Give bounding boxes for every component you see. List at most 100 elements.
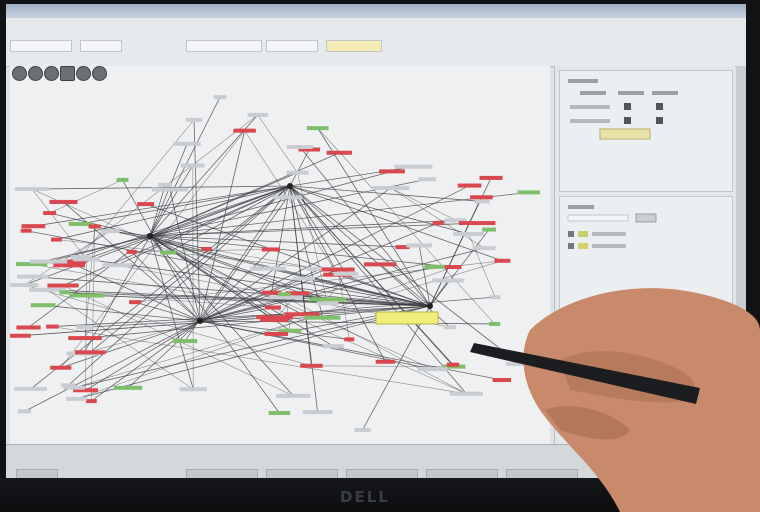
toolbar-field[interactable] — [80, 40, 122, 52]
graph-node[interactable] — [102, 263, 132, 268]
graph-node[interactable] — [449, 391, 483, 396]
graph-node[interactable] — [129, 300, 142, 305]
graph-node[interactable] — [453, 231, 485, 236]
selected-graph-node[interactable] — [375, 311, 439, 325]
graph-node[interactable] — [344, 337, 355, 342]
graph-hub-node[interactable] — [147, 233, 153, 239]
graph-node[interactable] — [472, 246, 496, 251]
graph-node[interactable] — [326, 150, 353, 155]
checkbox-icon[interactable] — [568, 231, 574, 237]
graph-node[interactable] — [261, 247, 281, 252]
graph-node[interactable] — [17, 409, 32, 414]
graph-node[interactable] — [494, 258, 511, 263]
highlight-field[interactable] — [326, 40, 382, 52]
graph-node[interactable] — [474, 199, 490, 204]
graph-node[interactable] — [86, 399, 97, 404]
graph-node[interactable] — [333, 271, 359, 276]
graph-node[interactable] — [482, 227, 496, 232]
graph-node[interactable] — [70, 255, 91, 260]
graph-node[interactable] — [276, 393, 311, 398]
graph-node[interactable] — [364, 262, 397, 267]
graph-node[interactable] — [489, 295, 501, 300]
search-field[interactable] — [186, 40, 262, 52]
graph-node[interactable] — [30, 303, 56, 308]
graph-node[interactable] — [185, 117, 203, 122]
graph-node[interactable] — [492, 378, 512, 383]
graph-node[interactable] — [432, 278, 465, 283]
graph-node[interactable] — [160, 250, 177, 255]
graph-node[interactable] — [354, 427, 371, 432]
layout-icon[interactable] — [60, 66, 75, 81]
graph-node[interactable] — [418, 177, 436, 182]
graph-node[interactable] — [277, 292, 291, 297]
graph-node[interactable] — [308, 297, 347, 302]
graph-node[interactable] — [444, 265, 462, 270]
graph-node[interactable] — [50, 237, 62, 242]
graph-node[interactable] — [49, 199, 78, 204]
graph-node[interactable] — [21, 224, 46, 229]
checkbox-icon[interactable] — [656, 103, 663, 110]
graph-node[interactable] — [379, 169, 405, 174]
graph-node[interactable] — [268, 410, 291, 415]
graph-node[interactable] — [316, 301, 339, 306]
graph-node[interactable] — [247, 112, 268, 117]
graph-node[interactable] — [305, 315, 341, 320]
attribute-button[interactable] — [635, 213, 657, 223]
graph-node[interactable] — [306, 126, 329, 131]
graph-node[interactable] — [76, 325, 95, 330]
graph-node[interactable] — [46, 324, 59, 329]
graph-node[interactable] — [14, 386, 47, 391]
forward-icon[interactable] — [92, 66, 107, 81]
graph-node[interactable] — [50, 365, 72, 370]
graph-node[interactable] — [424, 264, 447, 269]
graph-node[interactable] — [59, 290, 70, 295]
graph-node[interactable] — [29, 259, 68, 264]
graph-node[interactable] — [43, 211, 57, 216]
graph-node[interactable] — [17, 274, 49, 279]
graph-node[interactable] — [292, 276, 315, 281]
graph-node[interactable] — [432, 221, 444, 226]
graph-node[interactable] — [505, 361, 534, 366]
graph-hub-node[interactable] — [427, 303, 433, 309]
graph-node[interactable] — [172, 339, 198, 344]
graph-node[interactable] — [75, 350, 106, 355]
checkbox-icon[interactable] — [568, 243, 574, 249]
graph-node[interactable] — [63, 385, 85, 390]
graph-node[interactable] — [10, 282, 39, 287]
graph-node[interactable] — [321, 267, 355, 272]
checkbox-icon[interactable] — [656, 117, 663, 124]
graph-node[interactable] — [417, 367, 448, 372]
graph-node[interactable] — [272, 195, 303, 200]
graph-node[interactable] — [322, 344, 344, 349]
graph-node[interactable] — [286, 145, 313, 150]
graph-node[interactable] — [66, 396, 87, 401]
menu-field[interactable] — [10, 40, 72, 52]
apply-button[interactable] — [599, 128, 651, 140]
graph-node[interactable] — [260, 317, 289, 322]
graph-hub-node[interactable] — [287, 183, 293, 189]
attribute-input[interactable] — [567, 214, 629, 222]
graph-node[interactable] — [372, 186, 410, 191]
graph-node[interactable] — [137, 202, 155, 207]
graph-node[interactable] — [394, 164, 433, 169]
graph-node[interactable] — [20, 228, 32, 233]
graph-node[interactable] — [470, 195, 493, 200]
graph-node[interactable] — [179, 387, 207, 392]
graph-node[interactable] — [479, 175, 503, 180]
graph-node[interactable] — [113, 385, 143, 390]
zoom-out-icon[interactable] — [28, 66, 43, 81]
graph-node[interactable] — [264, 331, 289, 336]
checkbox-icon[interactable] — [624, 103, 631, 110]
graph-node[interactable] — [158, 182, 173, 187]
back-icon[interactable] — [76, 66, 91, 81]
graph-node[interactable] — [47, 283, 79, 288]
graph-node[interactable] — [213, 95, 227, 100]
zoom-in-icon[interactable] — [12, 66, 27, 81]
graph-node[interactable] — [201, 246, 212, 251]
graph-node[interactable] — [443, 325, 457, 330]
graph-node[interactable] — [69, 293, 105, 298]
graph-node[interactable] — [446, 362, 460, 367]
graph-node[interactable] — [406, 243, 433, 248]
graph-node[interactable] — [286, 170, 309, 175]
graph-node[interactable] — [264, 305, 281, 310]
